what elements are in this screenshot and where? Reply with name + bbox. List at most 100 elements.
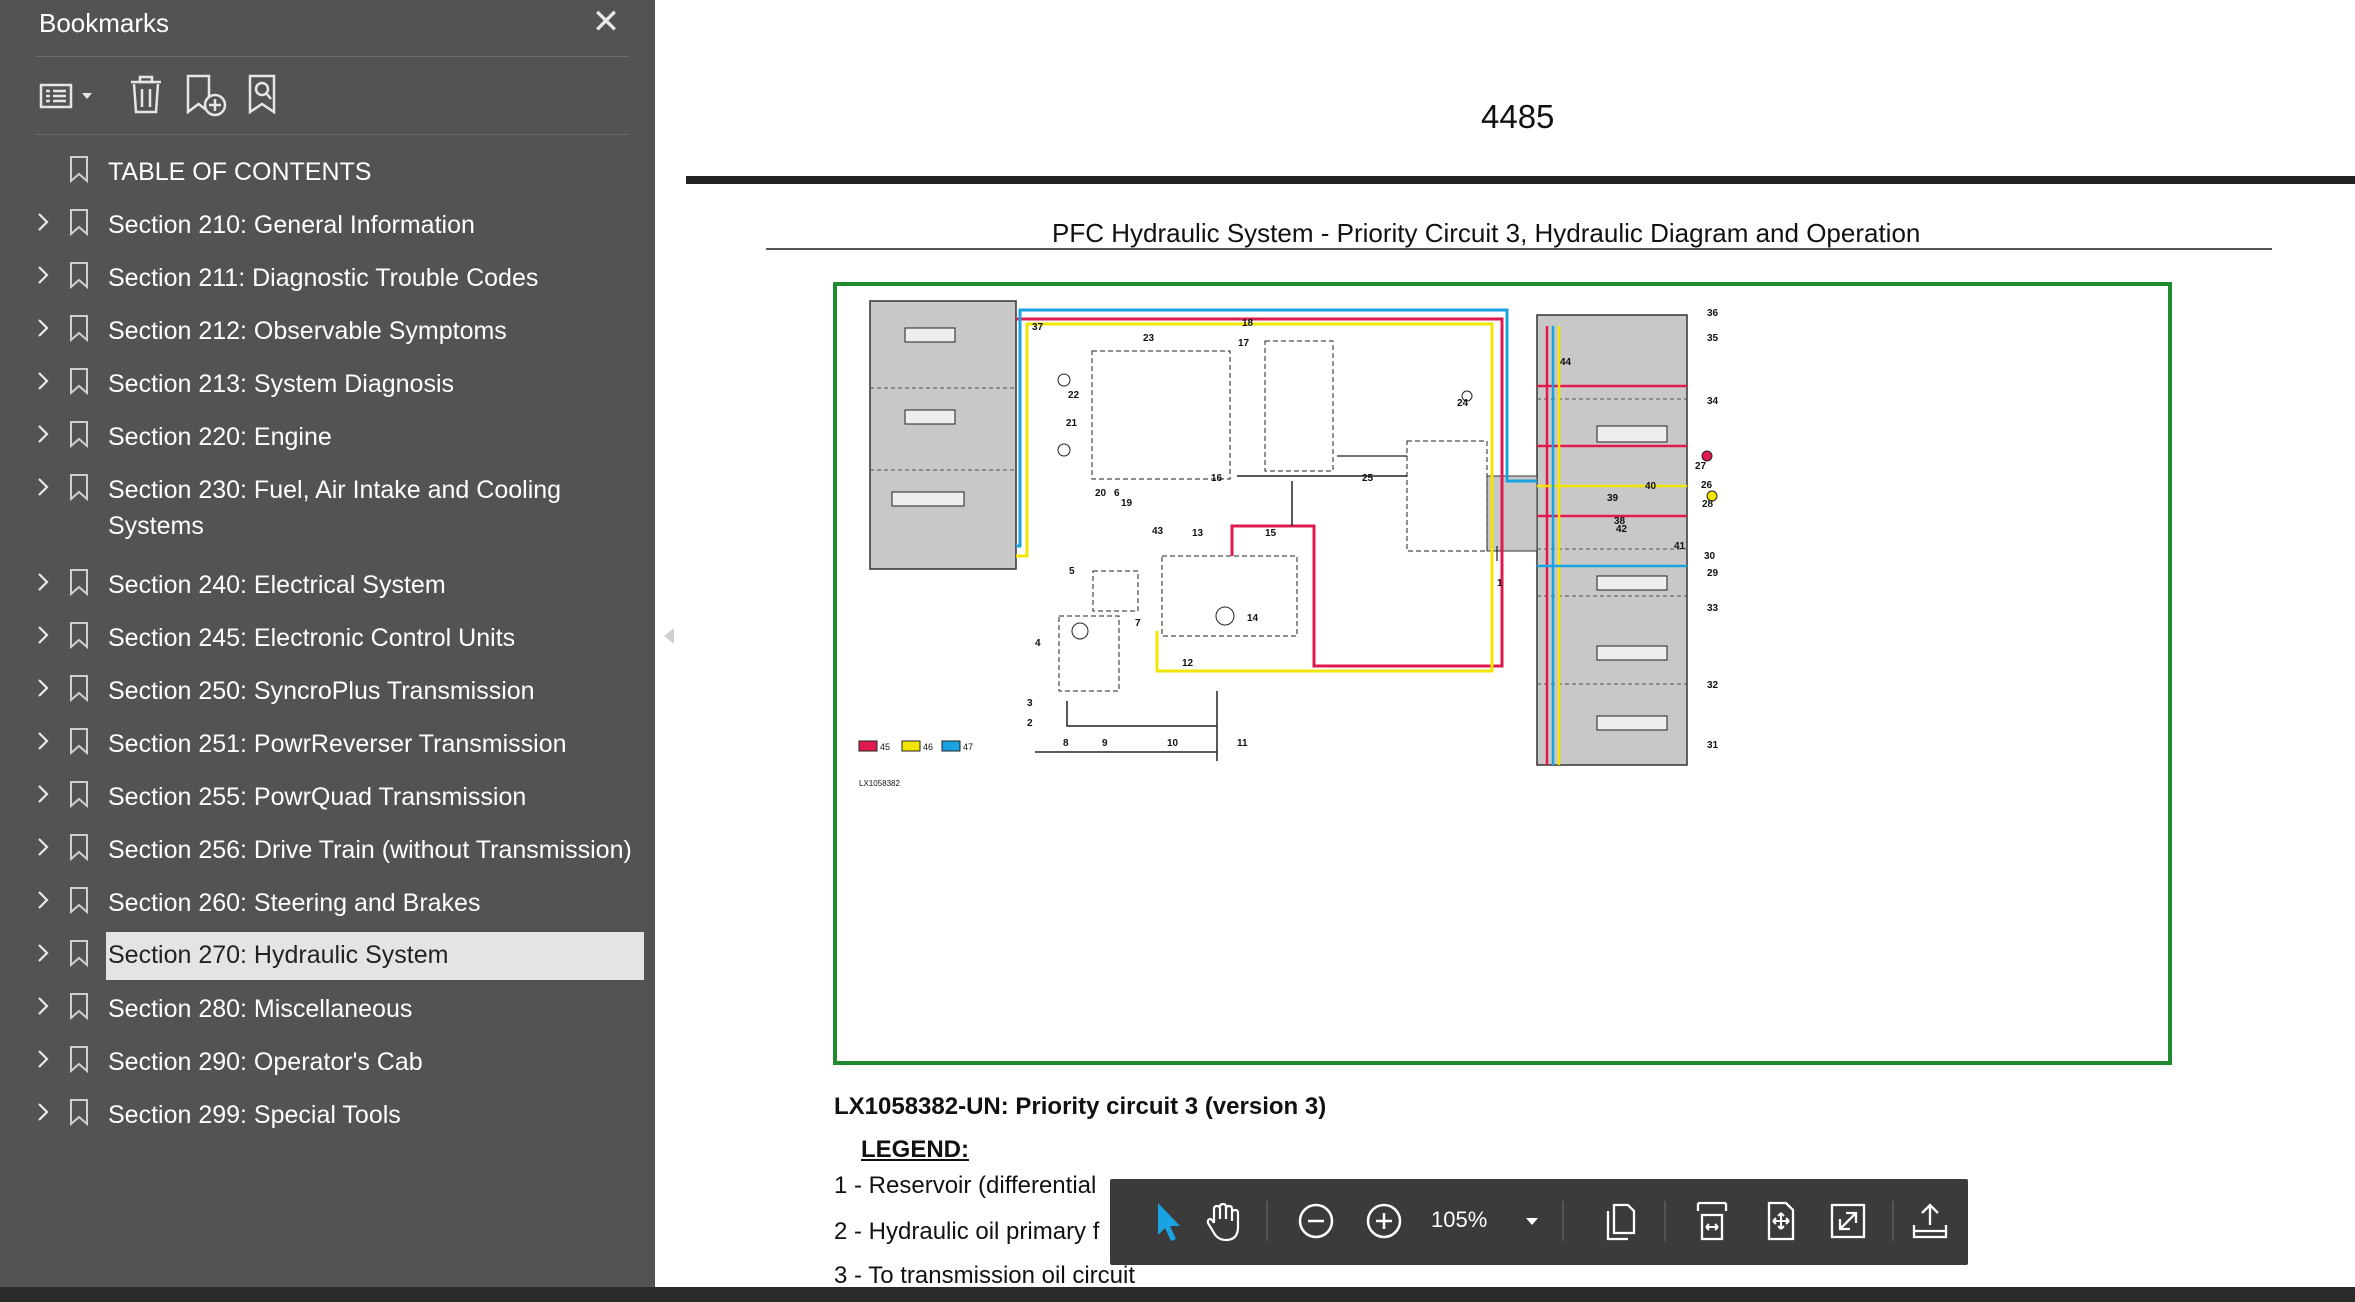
close-icon[interactable]: ✕ [590, 4, 622, 40]
svg-text:36: 36 [1707, 308, 1719, 319]
fullscreen-button[interactable] [1824, 1197, 1872, 1245]
find-bookmark-button[interactable] [244, 72, 288, 118]
bookmark-label: Section 250: SyncroPlus Transmission [108, 677, 535, 705]
bookmark-item[interactable]: TABLE OF CONTENTS [36, 148, 646, 196]
chevron-right-icon[interactable] [36, 317, 50, 339]
bookmark-item[interactable]: Section 290: Operator's Cab [36, 1038, 646, 1086]
svg-text:9: 9 [1102, 738, 1108, 749]
chevron-right-icon[interactable] [36, 1048, 50, 1070]
bookmark-label: Section 210: General Information [108, 211, 475, 239]
bookmark-item[interactable]: Section 212: Observable Symptoms [36, 307, 646, 355]
bookmark-icon [68, 833, 90, 862]
bookmark-item[interactable]: Section 211: Diagnostic Trouble Codes [36, 254, 646, 302]
share-button[interactable] [1906, 1197, 1954, 1245]
bookmark-label: Section 212: Observable Symptoms [108, 317, 507, 345]
page-title: PFC Hydraulic System - Priority Circuit … [1052, 218, 1921, 248]
bookmark-item[interactable]: Section 251: PowrReverser Transmission [36, 720, 646, 768]
hand-icon [1206, 1202, 1240, 1242]
bookmark-icon [68, 367, 90, 396]
bookmark-item[interactable]: Section 250: SyncroPlus Transmission [36, 667, 646, 715]
svg-text:27: 27 [1695, 461, 1707, 472]
bookmark-label: Section 280: Miscellaneous [108, 995, 413, 1023]
bookmark-item[interactable]: Section 213: System Diagnosis [36, 360, 646, 408]
chevron-right-icon[interactable] [36, 624, 50, 646]
page-break [686, 176, 2355, 184]
delete-bookmark-button[interactable] [124, 72, 168, 118]
chevron-right-icon[interactable] [36, 370, 50, 392]
svg-text:40: 40 [1645, 481, 1657, 492]
chevron-right-icon[interactable] [36, 836, 50, 858]
svg-text:11: 11 [1237, 738, 1248, 749]
fit-width-button[interactable] [1688, 1197, 1736, 1245]
bookmark-icon [68, 939, 90, 968]
svg-text:37: 37 [1032, 322, 1044, 333]
chevron-right-icon[interactable] [36, 211, 50, 233]
schematic-drawing: 45 46 47 LX1058382 123 456 78 9 10 1112 13… [858, 300, 1719, 788]
add-bookmark-button[interactable] [183, 72, 231, 118]
bookmark-icon [68, 1045, 90, 1074]
chevron-right-icon[interactable] [36, 783, 50, 805]
bookmark-item[interactable]: Section 240: Electrical System [36, 561, 646, 609]
bookmark-icon [68, 155, 90, 184]
bookmark-icon [68, 780, 90, 809]
svg-text:44: 44 [1560, 357, 1572, 368]
figure-caption: LX1058382-UN: Priority circuit 3 (versio… [834, 1093, 1327, 1120]
hydraulic-diagram: 45 46 47 LX1058382 123 456 789 10 11 12 13… [833, 282, 2172, 1065]
bookmark-label: Section 270: Hydraulic System [108, 941, 449, 969]
page-view-button[interactable] [1596, 1197, 1644, 1245]
bookmark-icon [68, 992, 90, 1021]
bookmark-icon [68, 208, 90, 237]
chevron-right-icon[interactable] [36, 264, 50, 286]
bookmark-item[interactable]: Section 255: PowrQuad Transmission [36, 773, 646, 821]
svg-text:43: 43 [1152, 526, 1164, 537]
document-view[interactable]: 4485 PFC Hydraulic System - Priority Cir… [686, 0, 2355, 1302]
bookmark-item[interactable]: Section 210: General Information [36, 201, 646, 249]
zoom-in-button[interactable] [1360, 1197, 1408, 1245]
divider [1664, 1201, 1666, 1241]
view-toolbar: 105% [1110, 1179, 1968, 1265]
svg-text:3: 3 [1027, 698, 1033, 709]
chevron-right-icon[interactable] [36, 423, 50, 445]
svg-text:22: 22 [1068, 390, 1080, 401]
bookmark-item[interactable]: Section 256: Drive Train (without Transm… [36, 826, 646, 874]
chevron-right-icon[interactable] [36, 677, 50, 699]
bookmark-icon [68, 886, 90, 915]
bookmark-label: Section 230: Fuel, Air Intake and Coolin… [108, 476, 562, 540]
chevron-down-icon[interactable] [1520, 1203, 1544, 1239]
bookmark-item[interactable]: Section 245: Electronic Control Units [36, 614, 646, 662]
svg-text:25: 25 [1362, 473, 1374, 484]
bookmark-item[interactable]: Section 270: Hydraulic System [36, 932, 646, 980]
chevron-right-icon[interactable] [36, 1101, 50, 1123]
bookmark-icon [68, 314, 90, 343]
bookmark-item[interactable]: Section 230: Fuel, Air Intake and Coolin… [36, 466, 646, 550]
collapse-panel-icon[interactable] [660, 624, 678, 648]
bookmark-label: Section 245: Electronic Control Units [108, 624, 516, 652]
chevron-right-icon[interactable] [36, 571, 50, 593]
chevron-right-icon[interactable] [36, 889, 50, 911]
chevron-right-icon[interactable] [36, 476, 50, 498]
bookmark-label: Section 213: System Diagnosis [108, 370, 455, 398]
legend-item: 1 - Reservoir (differential [834, 1172, 1097, 1199]
bookmark-label: Section 220: Engine [108, 423, 332, 451]
panel-title: Bookmarks [39, 8, 170, 38]
bookmark-item[interactable]: Section 260: Steering and Brakes [36, 879, 646, 927]
bookmark-item[interactable]: Section 220: Engine [36, 413, 646, 461]
add-bookmark-icon [186, 74, 227, 117]
select-tool-button[interactable] [1144, 1197, 1192, 1245]
svg-text:12: 12 [1182, 658, 1194, 669]
bookmark-item[interactable]: Section 299: Special Tools [36, 1091, 646, 1139]
bookmark-item[interactable]: Section 280: Miscellaneous [36, 985, 646, 1033]
svg-text:13: 13 [1192, 528, 1204, 539]
fit-page-button[interactable] [1756, 1197, 1804, 1245]
hand-tool-button[interactable] [1198, 1197, 1246, 1245]
chevron-right-icon[interactable] [36, 995, 50, 1017]
chevron-right-icon[interactable] [36, 942, 50, 964]
zoom-level[interactable]: 105% [1431, 1207, 1487, 1233]
zoom-out-button[interactable] [1292, 1197, 1340, 1245]
pointer-icon [1158, 1203, 1180, 1241]
svg-text:45: 45 [880, 742, 890, 752]
bookmark-options-button[interactable] [38, 72, 98, 118]
chevron-right-icon[interactable] [36, 730, 50, 752]
svg-text:46: 46 [923, 742, 933, 752]
zoom-out-icon [1298, 1203, 1334, 1239]
